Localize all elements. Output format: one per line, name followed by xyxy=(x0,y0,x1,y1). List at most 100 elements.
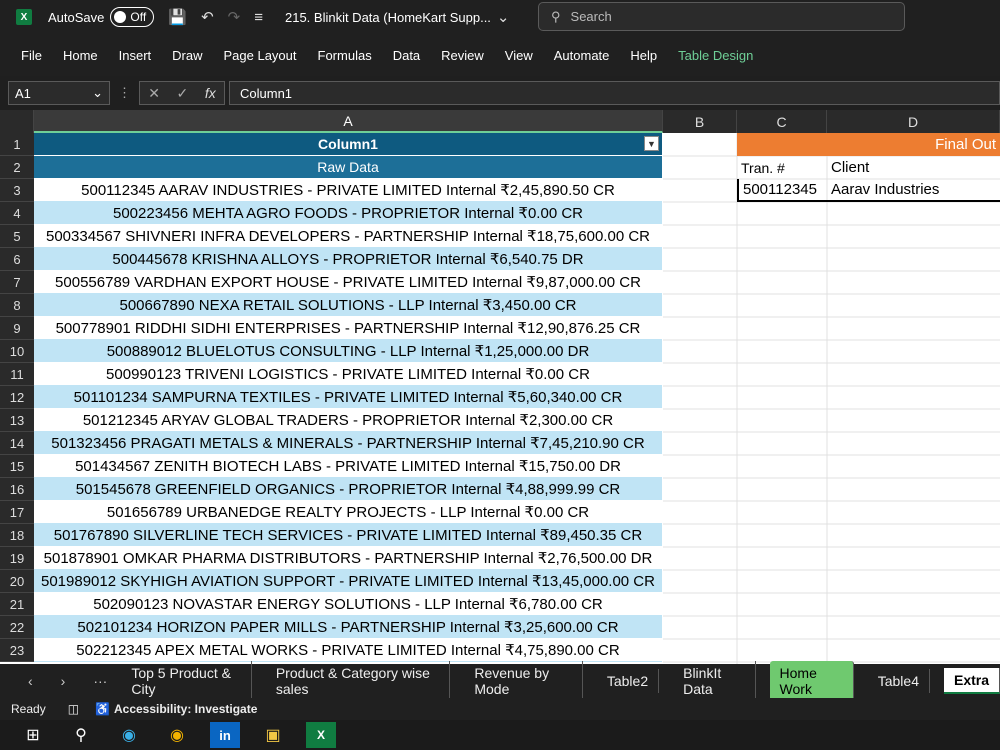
table-row[interactable]: 501767890 SILVERLINE TECH SERVICES - PRI… xyxy=(34,524,662,547)
sheet-tab-extra[interactable]: Extra xyxy=(943,668,1000,694)
table-row[interactable]: 501212345 ARYAV GLOBAL TRADERS - PROPRIE… xyxy=(34,409,662,432)
row-header[interactable]: 22 xyxy=(0,616,34,639)
row-header[interactable]: 10 xyxy=(0,340,34,363)
edge-browser-icon[interactable]: ◉ xyxy=(114,722,144,748)
row-header[interactable]: 15 xyxy=(0,455,34,478)
sheet-tab-revenue[interactable]: Revenue by Mode xyxy=(464,661,583,701)
chevron-down-icon[interactable]: ⌄ xyxy=(497,8,510,26)
accessibility-icon[interactable]: ♿ xyxy=(95,702,110,716)
menu-review[interactable]: Review xyxy=(441,48,484,63)
sheet-tab-table2[interactable]: Table2 xyxy=(597,669,660,693)
menu-help[interactable]: Help xyxy=(630,48,657,63)
menu-view[interactable]: View xyxy=(505,48,533,63)
sheet-tab-home-work[interactable]: Home Work xyxy=(769,661,854,701)
row-header[interactable]: 23 xyxy=(0,639,34,662)
table-row[interactable]: 502090123 NOVASTAR ENERGY SOLUTIONS - LL… xyxy=(34,593,662,616)
cancel-icon[interactable]: ✕ xyxy=(148,85,160,102)
menu-file[interactable]: File xyxy=(21,48,42,63)
sheet-tab-product-category[interactable]: Product & Category wise sales xyxy=(266,661,451,701)
row-header[interactable]: 19 xyxy=(0,547,34,570)
more-sheets-button[interactable]: ··· xyxy=(93,673,107,689)
table-row[interactable]: 500778901 RIDDHI SIDHI ENTERPRISES - PAR… xyxy=(34,317,662,340)
menu-data[interactable]: Data xyxy=(393,48,420,63)
redo-icon[interactable]: ↷ xyxy=(228,8,241,26)
autosave-toggle[interactable]: Off xyxy=(110,7,155,27)
formula-input[interactable]: Column1 xyxy=(229,81,1000,105)
menu-draw[interactable]: Draw xyxy=(172,48,202,63)
row-header[interactable]: 17 xyxy=(0,501,34,524)
table-row[interactable]: 501545678 GREENFIELD ORGANICS - PROPRIET… xyxy=(34,478,662,501)
table-row[interactable]: 500112345 AARAV INDUSTRIES - PRIVATE LIM… xyxy=(34,179,662,202)
menu-home[interactable]: Home xyxy=(63,48,98,63)
column-header-a[interactable]: A xyxy=(34,110,663,133)
table-row[interactable]: 502212345 APEX METAL WORKS - PRIVATE LIM… xyxy=(34,639,662,662)
enter-icon[interactable]: ✓ xyxy=(177,85,189,102)
menu-table-design[interactable]: Table Design xyxy=(678,48,753,63)
row-header[interactable]: 5 xyxy=(0,225,34,248)
row-header[interactable]: 6 xyxy=(0,248,34,271)
more-options-icon[interactable]: ⋮ xyxy=(118,85,131,101)
table-row[interactable]: 501656789 URBANEDGE REALTY PROJECTS - LL… xyxy=(34,501,662,524)
row-header[interactable]: 18 xyxy=(0,524,34,547)
table-row[interactable]: 501323456 PRAGATI METALS & MINERALS - PA… xyxy=(34,432,662,455)
row-header[interactable]: 9 xyxy=(0,317,34,340)
fx-icon[interactable]: fx xyxy=(205,85,216,101)
row-header[interactable]: 4 xyxy=(0,202,34,225)
table-row[interactable]: 500889012 BLUELOTUS CONSULTING - LLP Int… xyxy=(34,340,662,363)
table-row[interactable]: 500445678 KRISHNA ALLOYS - PROPRIETOR In… xyxy=(34,248,662,271)
table-row[interactable]: 500990123 TRIVENI LOGISTICS - PRIVATE LI… xyxy=(34,363,662,386)
undo-icon[interactable]: ↶ xyxy=(201,8,214,26)
column-header-b[interactable]: B xyxy=(663,110,737,133)
row-header[interactable]: 16 xyxy=(0,478,34,501)
row-header[interactable]: 21 xyxy=(0,593,34,616)
row-header[interactable]: 2 xyxy=(0,156,34,179)
table-row[interactable]: 502101234 HORIZON PAPER MILLS - PARTNERS… xyxy=(34,616,662,639)
client-value-cell[interactable]: Aarav Industries xyxy=(827,179,1000,202)
table-row[interactable]: 501434567 ZENITH BIOTECH LABS - PRIVATE … xyxy=(34,455,662,478)
client-header-cell[interactable]: Client xyxy=(827,156,1000,179)
filter-dropdown-icon[interactable]: ▼ xyxy=(644,136,659,151)
name-box[interactable]: A1 ⌄ xyxy=(8,81,110,105)
sheet-tab-blinkit[interactable]: BlinkIt Data xyxy=(673,661,756,701)
table-row[interactable]: 501989012 SKYHIGH AVIATION SUPPORT - PRI… xyxy=(34,570,662,593)
file-explorer-icon[interactable]: ▣ xyxy=(258,722,288,748)
row-header[interactable]: 11 xyxy=(0,363,34,386)
row-header[interactable]: 12 xyxy=(0,386,34,409)
row-header[interactable]: 8 xyxy=(0,294,34,317)
menu-formulas[interactable]: Formulas xyxy=(318,48,372,63)
chrome-icon[interactable]: ◉ xyxy=(162,722,192,748)
row-header[interactable]: 20 xyxy=(0,570,34,593)
customize-qat-icon[interactable]: ≡ xyxy=(254,9,263,26)
row-header[interactable]: 13 xyxy=(0,409,34,432)
row-header[interactable]: 7 xyxy=(0,271,34,294)
menu-automate[interactable]: Automate xyxy=(554,48,610,63)
windows-start-icon[interactable]: ⊞ xyxy=(18,722,48,748)
table-header-cell[interactable]: Column1 ▼ xyxy=(34,133,662,156)
macro-icon[interactable]: ◫ xyxy=(68,702,79,716)
tran-header-cell[interactable]: Tran. # xyxy=(737,156,827,179)
table-row[interactable]: 500556789 VARDHAN EXPORT HOUSE - PRIVATE… xyxy=(34,271,662,294)
menu-page-layout[interactable]: Page Layout xyxy=(224,48,297,63)
table-row[interactable]: 500667890 NEXA RETAIL SOLUTIONS - LLP In… xyxy=(34,294,662,317)
row-header[interactable]: 14 xyxy=(0,432,34,455)
tran-value-cell[interactable]: 500112345 xyxy=(737,179,827,202)
search-box[interactable]: ⚲ Search xyxy=(538,2,905,31)
next-sheet-icon[interactable]: › xyxy=(61,673,66,689)
raw-data-label-cell[interactable]: Raw Data xyxy=(34,156,662,179)
menu-insert[interactable]: Insert xyxy=(119,48,152,63)
excel-taskbar-icon[interactable]: X xyxy=(306,722,336,748)
sheet-tab-top5[interactable]: Top 5 Product & City xyxy=(121,661,252,701)
select-all-corner[interactable] xyxy=(0,110,34,133)
search-icon[interactable]: ⚲ xyxy=(66,722,96,748)
output-title-cell[interactable]: Final Out xyxy=(737,133,1000,156)
column-header-d[interactable]: D xyxy=(827,110,1000,133)
sheet-tab-table4[interactable]: Table4 xyxy=(868,669,930,693)
linkedin-icon[interactable]: in xyxy=(210,722,240,748)
table-row[interactable]: 500223456 MEHTA AGRO FOODS - PROPRIETOR … xyxy=(34,202,662,225)
accessibility-status[interactable]: Accessibility: Investigate xyxy=(114,702,257,716)
document-title[interactable]: 215. Blinkit Data (HomeKart Supp... xyxy=(285,10,491,25)
save-icon[interactable]: 💾 xyxy=(168,8,187,26)
table-row[interactable]: 500334567 SHIVNERI INFRA DEVELOPERS - PA… xyxy=(34,225,662,248)
row-header[interactable]: 1 xyxy=(0,133,34,156)
column-header-c[interactable]: C xyxy=(737,110,827,133)
